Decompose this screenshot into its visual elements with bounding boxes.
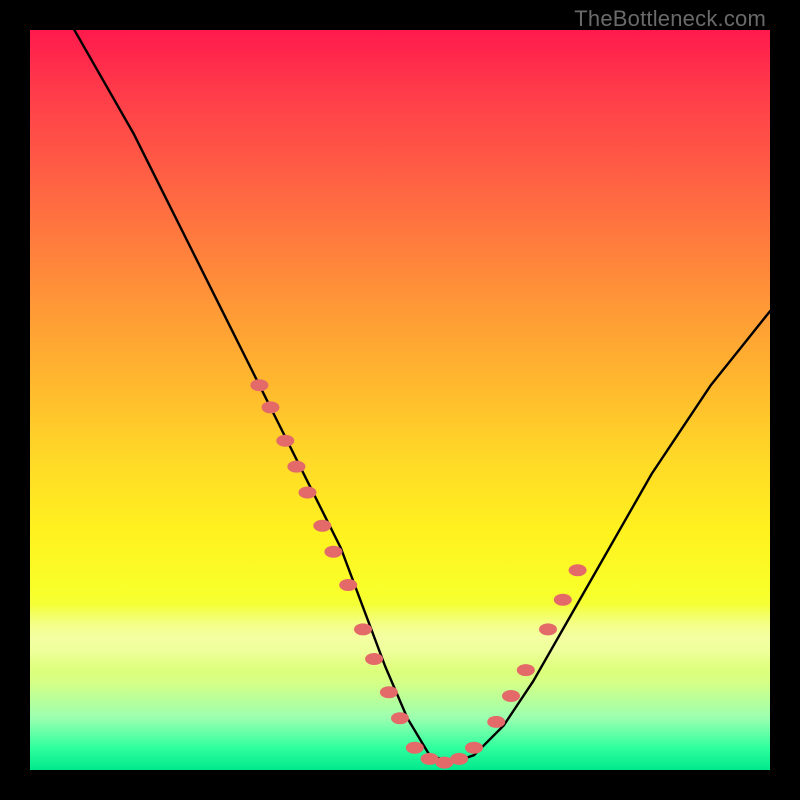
marker-dot (487, 716, 505, 728)
marker-dot (324, 546, 342, 558)
watermark-text: TheBottleneck.com (574, 6, 766, 32)
highlight-markers (250, 379, 586, 768)
marker-dot (299, 487, 317, 499)
bottleneck-curve (74, 30, 770, 763)
curve-svg (30, 30, 770, 770)
marker-dot (406, 742, 424, 754)
marker-dot (391, 712, 409, 724)
marker-dot (569, 564, 587, 576)
marker-dot (250, 379, 268, 391)
marker-dot (287, 461, 305, 473)
marker-dot (380, 686, 398, 698)
marker-dot (365, 653, 383, 665)
marker-dot (354, 623, 372, 635)
marker-dot (276, 435, 294, 447)
marker-dot (339, 579, 357, 591)
marker-dot (262, 401, 280, 413)
plot-area (30, 30, 770, 770)
marker-dot (465, 742, 483, 754)
marker-dot (539, 623, 557, 635)
marker-dot (517, 664, 535, 676)
marker-dot (554, 594, 572, 606)
chart-container: TheBottleneck.com (0, 0, 800, 800)
marker-dot (502, 690, 520, 702)
marker-dot (450, 753, 468, 765)
marker-dot (313, 520, 331, 532)
